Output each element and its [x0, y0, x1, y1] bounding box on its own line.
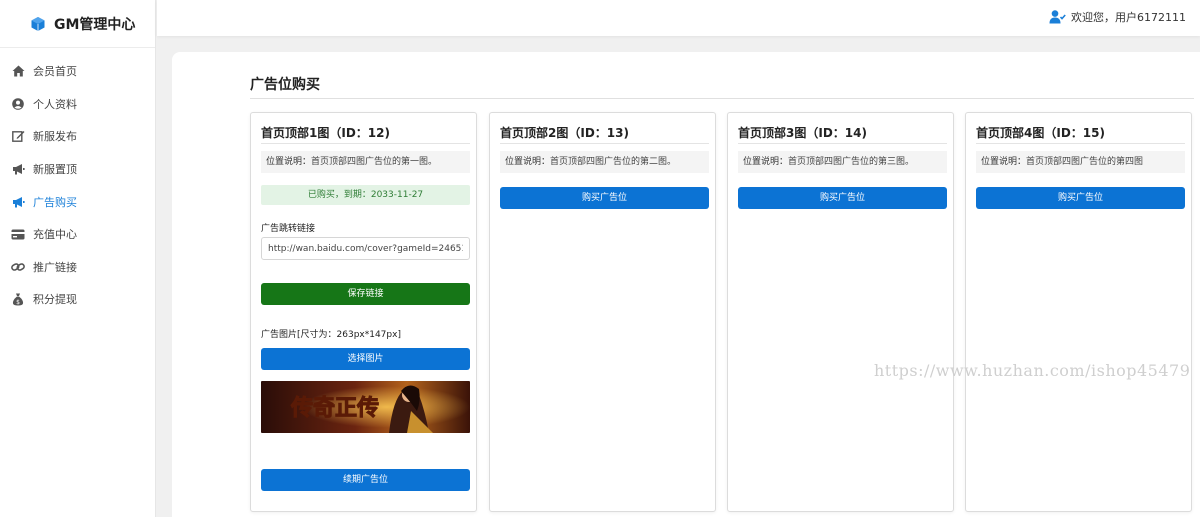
ad-slot-card: 首页顶部1图（ID：12) 位置说明：首页顶部四图广告位的第一图。 已购买，到期…: [250, 112, 477, 512]
divider: [500, 143, 709, 144]
ad-link-input[interactable]: [261, 237, 470, 260]
save-link-button[interactable]: 保存链接: [261, 283, 470, 305]
sidebar-item-points-withdraw[interactable]: $ 积分提现: [0, 283, 155, 316]
slot-description: 位置说明：首页顶部四图广告位的第四图: [976, 151, 1185, 173]
card-title: 首页顶部3图（ID：14): [738, 126, 867, 140]
ad-slot-card: 首页顶部4图（ID：15) 位置说明：首页顶部四图广告位的第四图 购买广告位: [965, 112, 1192, 512]
sidebar-nav: 会员首页 个人资料 新服发布 新服置顶 广告购买 充值中心 推广链接 $ 积分提…: [0, 55, 155, 316]
description-label: 位置说明：: [505, 157, 551, 167]
ad-slot-card: 首页顶部3图（ID：14) 位置说明：首页顶部四图广告位的第三图。 购买广告位: [727, 112, 954, 512]
credit-card-icon: [11, 227, 25, 241]
home-icon: [11, 64, 25, 78]
user-circle-icon: [11, 97, 25, 111]
card-title: 首页顶部4图（ID：15): [976, 126, 1105, 140]
divider: [976, 143, 1185, 144]
brand-title: GM管理中心: [54, 16, 136, 33]
buy-ad-slot-button[interactable]: 购买广告位: [976, 187, 1185, 209]
card-title: 首页顶部1图（ID：12): [261, 126, 390, 140]
description-text: 首页顶部四图广告位的第三图。: [788, 157, 915, 167]
description-label: 位置说明：: [743, 157, 789, 167]
sidebar-item-member-home[interactable]: 会员首页: [0, 55, 155, 88]
sidebar-item-label: 个人资料: [33, 97, 77, 111]
svg-text:$: $: [16, 299, 20, 306]
status-badge: 已购买，到期：2033-11-27: [261, 185, 470, 205]
edit-icon: [11, 129, 25, 143]
divider: [738, 143, 947, 144]
megaphone-icon: [11, 195, 25, 209]
top-bar: 欢迎您，用户6172111: [157, 0, 1200, 36]
sidebar-item-promo-link[interactable]: 推广链接: [0, 251, 155, 284]
description-text: 首页顶部四图广告位的第四图: [1026, 157, 1144, 167]
sidebar: GM管理中心 会员首页 个人资料 新服发布 新服置顶 广告购买 充值中心 推广链…: [0, 0, 156, 517]
sidebar-item-label: 推广链接: [33, 260, 77, 274]
sidebar-item-label: 新服发布: [33, 130, 77, 144]
main-content: 广告位购买 首页顶部1图（ID：12) 位置说明：首页顶部四图广告位的第一图。 …: [172, 52, 1200, 517]
brand[interactable]: GM管理中心: [0, 0, 155, 48]
sidebar-item-label: 会员首页: [33, 65, 77, 79]
ad-banner-image: 传奇正传: [261, 381, 470, 433]
page-title: 广告位购买: [250, 77, 320, 93]
sidebar-item-recharge[interactable]: 充值中心: [0, 218, 155, 251]
sidebar-item-ad-purchase[interactable]: 广告购买: [0, 185, 155, 218]
sidebar-item-label: 积分提现: [33, 293, 77, 307]
slot-description: 位置说明：首页顶部四图广告位的第二图。: [500, 151, 709, 173]
ad-banner-text: 传奇正传: [290, 395, 379, 421]
link-field-label: 广告跳转链接: [261, 224, 316, 234]
sidebar-item-label: 广告购买: [33, 195, 77, 209]
slot-description: 位置说明：首页顶部四图广告位的第一图。: [261, 151, 470, 173]
description-text: 首页顶部四图广告位的第二图。: [550, 157, 677, 167]
buy-ad-slot-button[interactable]: 购买广告位: [738, 187, 947, 209]
sidebar-item-new-server-post[interactable]: 新服发布: [0, 120, 155, 153]
renew-ad-slot-button[interactable]: 续期广告位: [261, 469, 470, 491]
megaphone-icon: [11, 162, 25, 176]
buy-ad-slot-button[interactable]: 购买广告位: [500, 187, 709, 209]
sidebar-item-label: 充值中心: [33, 228, 77, 242]
description-label: 位置说明：: [266, 157, 312, 167]
sidebar-item-profile[interactable]: 个人资料: [0, 88, 155, 121]
sidebar-item-new-server-pin[interactable]: 新服置顶: [0, 153, 155, 186]
money-bag-icon: $: [11, 292, 25, 306]
divider: [261, 143, 470, 144]
card-title: 首页顶部2图（ID：13): [500, 126, 629, 140]
description-label: 位置说明：: [981, 157, 1027, 167]
slot-description: 位置说明：首页顶部四图广告位的第三图。: [738, 151, 947, 173]
link-icon: [11, 260, 25, 274]
welcome-text: 欢迎您，用户6172111: [1071, 11, 1186, 24]
divider: [250, 98, 1194, 99]
user-check-icon: [1049, 10, 1066, 24]
sidebar-item-label: 新服置顶: [33, 163, 77, 177]
user-menu[interactable]: 欢迎您，用户6172111: [1049, 9, 1186, 25]
image-field-label: 广告图片[尺寸为：263px*147px]: [261, 330, 401, 340]
choose-image-button[interactable]: 选择图片: [261, 348, 470, 370]
ad-slot-card: 首页顶部2图（ID：13) 位置说明：首页顶部四图广告位的第二图。 购买广告位: [489, 112, 716, 512]
description-text: 首页顶部四图广告位的第一图。: [311, 157, 438, 167]
cube-icon: [31, 16, 45, 31]
